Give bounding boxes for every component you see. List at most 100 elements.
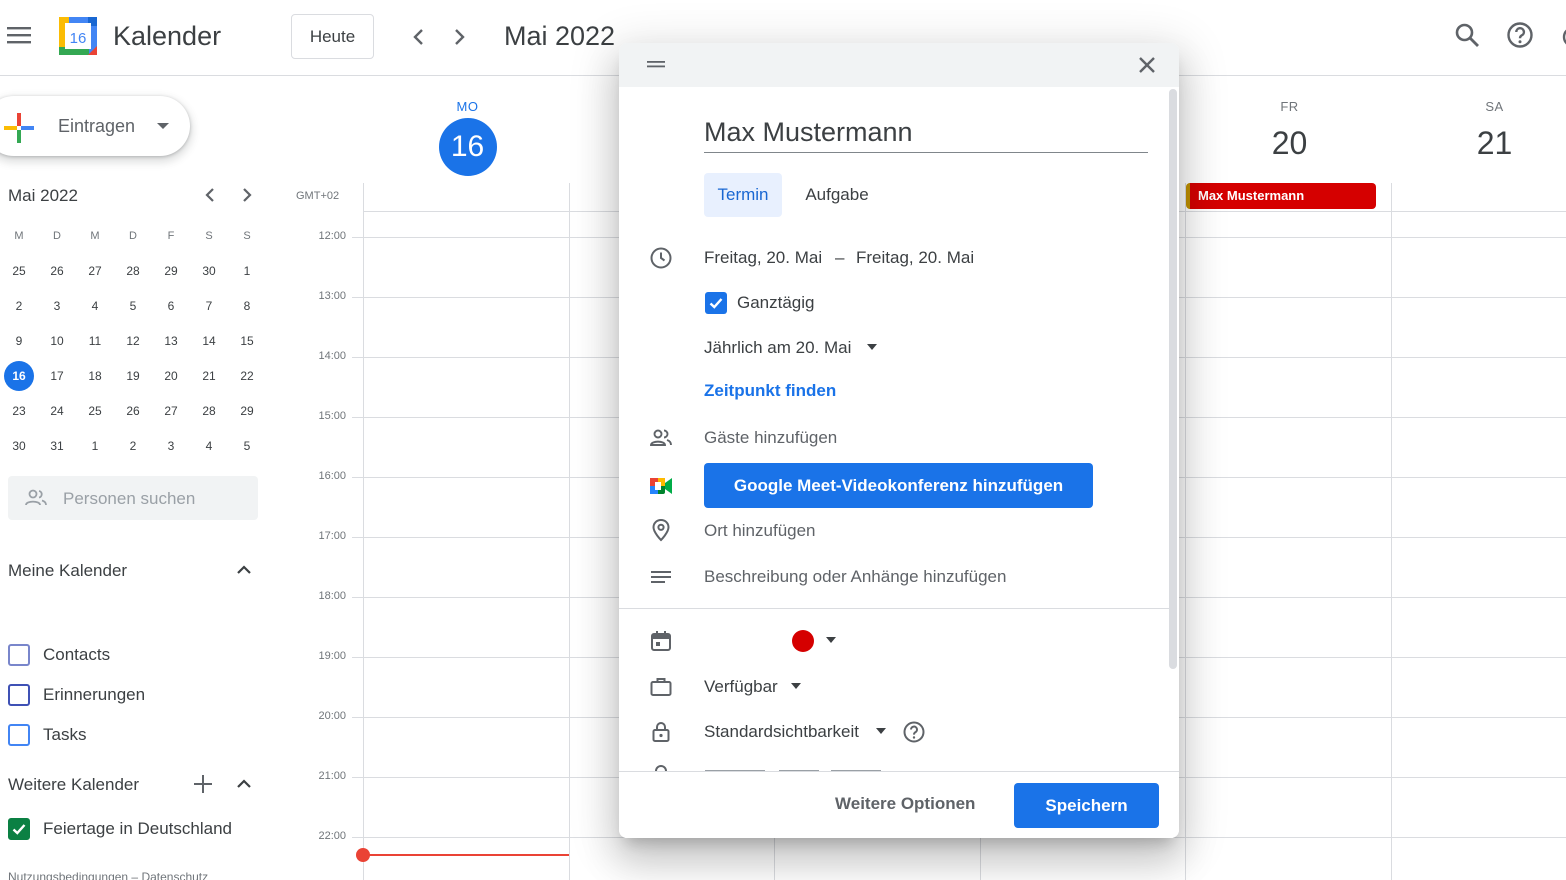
other-calendars-collapse-button[interactable] xyxy=(234,774,254,794)
mini-calendar-day[interactable]: 28 xyxy=(190,393,228,428)
mini-calendar-day[interactable]: 16 xyxy=(0,358,38,393)
other-calendars-title[interactable]: Weitere Kalender xyxy=(8,775,139,795)
mini-calendar-day[interactable]: 17 xyxy=(38,358,76,393)
calendar-list-item[interactable]: Tasks xyxy=(8,723,86,747)
mini-calendar-day[interactable]: 27 xyxy=(76,253,114,288)
mini-calendar-prev-button[interactable] xyxy=(199,184,221,206)
mini-calendar-day[interactable]: 23 xyxy=(0,393,38,428)
mini-calendar-day[interactable]: 25 xyxy=(76,393,114,428)
day-number[interactable]: 20 xyxy=(1187,120,1392,166)
mini-calendar-day[interactable]: 2 xyxy=(114,428,152,463)
find-time-link[interactable]: Zeitpunkt finden xyxy=(704,381,836,401)
mini-calendar-day[interactable]: 6 xyxy=(152,288,190,323)
tab-event[interactable]: Termin xyxy=(704,173,782,217)
visibility-help-button[interactable] xyxy=(902,720,926,744)
start-date-field[interactable]: Freitag, 20. Mai xyxy=(704,247,822,269)
mini-calendar-day[interactable]: 18 xyxy=(76,358,114,393)
mini-calendar-day[interactable]: 29 xyxy=(228,393,266,428)
mini-calendar-day[interactable]: 1 xyxy=(228,253,266,288)
mini-calendar-day[interactable]: 10 xyxy=(38,323,76,358)
event-title-input[interactable]: Max Mustermann xyxy=(704,115,1148,153)
day-header-saturday[interactable]: SA 21 xyxy=(1392,98,1566,166)
my-calendars-title[interactable]: Meine Kalender xyxy=(8,561,127,581)
recurrence-dropdown[interactable]: Jährlich am 20. Mai xyxy=(704,337,851,359)
calendar-checkbox[interactable] xyxy=(8,684,30,706)
mini-calendar-day[interactable]: 27 xyxy=(152,393,190,428)
day-number[interactable]: 21 xyxy=(1392,120,1566,166)
calendar-list-item[interactable]: Contacts xyxy=(8,643,110,667)
caret-down-icon[interactable] xyxy=(826,637,836,644)
mini-calendar-day[interactable]: 21 xyxy=(190,358,228,393)
day-header-monday[interactable]: MO 16 xyxy=(365,98,570,176)
mini-calendar-day[interactable]: 22 xyxy=(228,358,266,393)
my-calendars-collapse-button[interactable] xyxy=(234,560,254,580)
calendar-checkbox[interactable] xyxy=(8,644,30,666)
day-number-today[interactable]: 16 xyxy=(438,118,497,176)
day-header-friday[interactable]: FR 20 xyxy=(1187,98,1392,166)
mini-calendar-day[interactable]: 1 xyxy=(76,428,114,463)
mini-calendar-day[interactable]: 19 xyxy=(114,358,152,393)
mini-calendar-day[interactable]: 20 xyxy=(152,358,190,393)
main-menu-button[interactable] xyxy=(4,20,34,50)
mini-calendar-day[interactable]: 8 xyxy=(228,288,266,323)
allday-event-chip[interactable]: Max Mustermann xyxy=(1186,183,1376,209)
mini-calendar-day[interactable]: 3 xyxy=(152,428,190,463)
more-options-button[interactable]: Weitere Optionen xyxy=(835,794,975,814)
mini-calendar-day[interactable]: 9 xyxy=(0,323,38,358)
mini-calendar-day[interactable]: 4 xyxy=(76,288,114,323)
previous-period-button[interactable] xyxy=(404,22,434,52)
mini-calendar-day[interactable]: 13 xyxy=(152,323,190,358)
search-button[interactable] xyxy=(1452,20,1482,50)
allday-label[interactable]: Ganztägig xyxy=(737,292,815,314)
mini-calendar-day[interactable]: 31 xyxy=(38,428,76,463)
mini-calendar-day[interactable]: 26 xyxy=(114,393,152,428)
mini-calendar-day[interactable]: 30 xyxy=(0,428,38,463)
mini-calendar-next-button[interactable] xyxy=(236,184,258,206)
add-google-meet-button[interactable]: Google Meet-Videokonferenz hinzufügen xyxy=(704,463,1093,508)
footer-links[interactable]: Nutzungsbedingungen – Datenschutz xyxy=(8,870,208,880)
save-button[interactable]: Speichern xyxy=(1014,783,1159,828)
mini-calendar-day[interactable]: 30 xyxy=(190,253,228,288)
mini-calendar-today[interactable]: 16 xyxy=(4,360,34,391)
mini-calendar-day[interactable]: 5 xyxy=(228,428,266,463)
allday-checkbox[interactable] xyxy=(705,292,727,314)
availability-dropdown[interactable]: Verfügbar xyxy=(704,676,778,698)
close-dialog-button[interactable] xyxy=(1135,53,1159,77)
dialog-header[interactable] xyxy=(619,43,1179,87)
calendar-icon xyxy=(649,629,673,653)
add-guests-input[interactable]: Gäste hinzufügen xyxy=(704,427,837,449)
mini-calendar-day[interactable]: 29 xyxy=(152,253,190,288)
mini-calendar-day[interactable]: 15 xyxy=(228,323,266,358)
mini-calendar-day[interactable]: 14 xyxy=(190,323,228,358)
mini-calendar-day[interactable]: 7 xyxy=(190,288,228,323)
add-location-input[interactable]: Ort hinzufügen xyxy=(704,520,816,542)
mini-calendar-day[interactable]: 12 xyxy=(114,323,152,358)
calendar-list-item[interactable]: Erinnerungen xyxy=(8,683,145,707)
add-calendar-button[interactable] xyxy=(192,773,214,795)
mini-calendar-day[interactable]: 25 xyxy=(0,253,38,288)
today-button[interactable]: Heute xyxy=(291,14,374,59)
mini-calendar-day[interactable]: 26 xyxy=(38,253,76,288)
next-period-button[interactable] xyxy=(444,22,474,52)
add-description-input[interactable]: Beschreibung oder Anhänge hinzufügen xyxy=(704,566,1006,588)
mini-calendar-day[interactable]: 5 xyxy=(114,288,152,323)
mini-calendar-day[interactable]: 2 xyxy=(0,288,38,323)
tab-task[interactable]: Aufgabe xyxy=(795,173,879,217)
mini-calendar-day[interactable]: 28 xyxy=(114,253,152,288)
calendar-logo-icon[interactable]: 16 xyxy=(58,16,98,56)
mini-calendar-day[interactable]: 4 xyxy=(190,428,228,463)
visibility-dropdown[interactable]: Standardsichtbarkeit xyxy=(704,721,859,743)
mini-calendar-day[interactable]: 24 xyxy=(38,393,76,428)
chevron-up-icon xyxy=(237,779,251,788)
calendar-checkbox[interactable] xyxy=(8,818,30,840)
calendar-list-item[interactable]: Feiertage in Deutschland xyxy=(8,817,232,841)
end-date-field[interactable]: Freitag, 20. Mai xyxy=(856,247,974,269)
mini-calendar-day[interactable]: 11 xyxy=(76,323,114,358)
settings-button[interactable] xyxy=(1558,22,1566,52)
dialog-scrollbar[interactable] xyxy=(1169,89,1177,669)
drag-handle-icon[interactable] xyxy=(646,57,666,71)
mini-calendar-day[interactable]: 3 xyxy=(38,288,76,323)
event-color-picker[interactable] xyxy=(792,630,814,652)
help-button[interactable] xyxy=(1505,20,1535,50)
calendar-checkbox[interactable] xyxy=(8,724,30,746)
